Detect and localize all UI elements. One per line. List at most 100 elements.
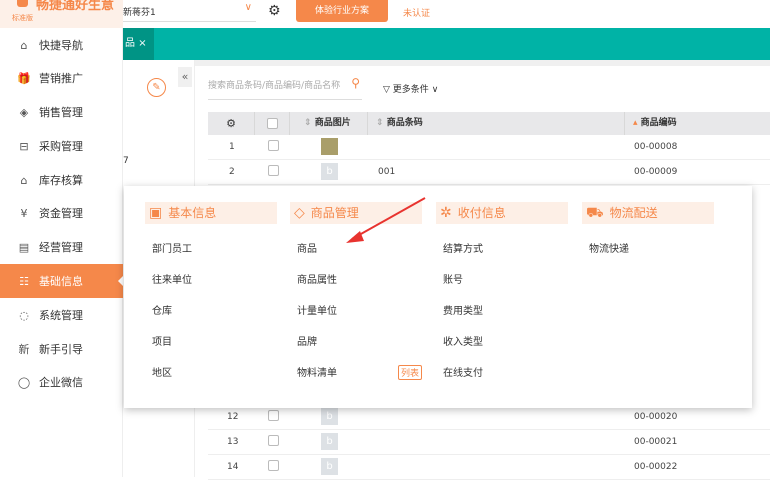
logo[interactable]: 畅捷通好生意 标准版: [0, 0, 123, 28]
placeholder-image-icon: b: [321, 433, 338, 450]
column-header-code[interactable]: ▴ 商品编码: [625, 112, 770, 135]
sidebar-item-label: 基础信息: [39, 275, 83, 288]
row-checkbox[interactable]: [268, 140, 279, 151]
trial-industry-button[interactable]: 体验行业方案: [296, 0, 388, 22]
logo-icon: [17, 0, 28, 7]
edit-icon[interactable]: ✎: [147, 78, 166, 97]
content-top-strip: [195, 60, 770, 66]
sidebar-item-label: 经营管理: [39, 241, 83, 254]
menu-item[interactable]: 账号: [443, 271, 463, 286]
menu-item[interactable]: 往来单位: [152, 271, 192, 286]
menu-item[interactable]: 计量单位: [297, 302, 337, 317]
row-code: 00-00008: [634, 142, 678, 152]
tab-product[interactable]: 品 ×: [123, 28, 154, 60]
product-thumbnail[interactable]: [321, 138, 338, 155]
row-code: 00-00022: [634, 462, 678, 472]
menu-column-title: 物流配送: [609, 206, 658, 220]
menu-column-title: 基本信息: [168, 206, 217, 220]
menu-column-2: ✲ 收付信息 结算方式 账号 费用类型 收入类型 在线支付: [436, 202, 568, 379]
column-settings-icon[interactable]: ⚙: [208, 112, 255, 135]
menu-column-0: ▣ 基本信息部门员工往来单位仓库项目地区: [145, 202, 277, 379]
sidebar-item-10[interactable]: ◯ 企业微信: [0, 365, 123, 399]
more-filters-label: 更多条件: [392, 85, 429, 95]
store-select[interactable]: 新蒋芬1 ∨: [123, 0, 256, 22]
auth-status-link[interactable]: 未认证: [403, 6, 430, 19]
sidebar-item-label: 企业微信: [39, 376, 83, 389]
sidebar-item-0[interactable]: ⌂ 快捷导航: [0, 28, 123, 62]
app-title: 畅捷通好生意: [36, 0, 115, 13]
menu-item[interactable]: 地区: [152, 364, 172, 379]
category-icon: ⛟: [586, 205, 604, 221]
chevron-down-icon: ∨: [431, 85, 439, 95]
close-icon[interactable]: ×: [138, 38, 146, 49]
menu-item[interactable]: 收入类型: [443, 333, 483, 348]
sidebar-item-label: 营销推广: [39, 72, 83, 85]
row-barcode: 001: [378, 167, 396, 177]
table-row[interactable]: 2 b 001 00-00009: [208, 160, 770, 185]
sort-icon: ⇕: [376, 118, 384, 128]
sidebar-item-label: 库存核算: [39, 174, 83, 187]
sidebar-item-7[interactable]: ☷ 基础信息: [0, 264, 123, 298]
sidebar-icon: ◯: [17, 375, 31, 389]
menu-item[interactable]: 品牌: [297, 333, 317, 348]
category-icon: ▣: [149, 205, 163, 221]
sidebar-item-6[interactable]: ▤ 经营管理: [0, 230, 123, 264]
row-checkbox[interactable]: [268, 435, 279, 446]
collapse-panel-button[interactable]: «: [178, 67, 192, 87]
more-filters-button[interactable]: ▽ 更多条件 ∨: [383, 82, 438, 95]
placeholder-image-icon: b: [321, 458, 338, 475]
menu-item[interactable]: 项目: [152, 333, 172, 348]
column-label: 商品编码: [640, 118, 677, 128]
edition-label: 标准版: [12, 14, 33, 22]
menu-item[interactable]: 在线支付: [443, 364, 483, 379]
sidebar-icon: ☷: [19, 274, 29, 288]
search-placeholder: 搜索商品条码/商品编码/商品名称: [208, 81, 341, 91]
search-icon[interactable]: ⚲: [351, 76, 360, 90]
sidebar-item-9[interactable]: 新新手引导: [0, 332, 123, 366]
menu-item[interactable]: 仓库: [152, 302, 172, 317]
sidebar-icon: ⌂: [20, 173, 28, 187]
sidebar-icon: ⌂: [20, 38, 28, 52]
sidebar-item-5[interactable]: ¥ 资金管理: [0, 196, 123, 230]
menu-item[interactable]: 物料清单: [297, 364, 337, 379]
row-index: 2: [229, 167, 235, 177]
column-header-barcode[interactable]: ⇕ 商品条码: [368, 112, 625, 135]
select-all-checkbox[interactable]: [267, 118, 278, 129]
menu-column-title: 收付信息: [457, 206, 506, 220]
sidebar-icon: ⊟: [19, 139, 29, 153]
row-checkbox[interactable]: [268, 460, 279, 471]
sidebar-item-3[interactable]: ⊟ 采购管理: [0, 129, 123, 163]
menu-item[interactable]: 商品属性: [297, 271, 337, 286]
table-row[interactable]: 14 b 00-00022: [208, 455, 770, 480]
tab-bar: [123, 28, 770, 60]
sidebar-item-2[interactable]: ◈ 销售管理: [0, 95, 123, 129]
sidebar-icon: ◈: [19, 105, 29, 119]
settings-gear-icon[interactable]: ⚙: [268, 3, 281, 19]
category-icon: ◇: [294, 205, 305, 221]
row-checkbox[interactable]: [268, 165, 279, 176]
sidebar-item-label: 资金管理: [39, 207, 83, 220]
sidebar-icon: 新: [18, 343, 30, 356]
row-code: 00-00009: [634, 167, 678, 177]
row-checkbox[interactable]: [268, 410, 279, 421]
sidebar-item-1[interactable]: 🎁 营销推广: [0, 61, 123, 95]
sort-icon: ⇕: [304, 118, 312, 128]
column-header-image[interactable]: ⇕ 商品图片: [290, 112, 368, 135]
table-row[interactable]: 13 b 00-00021: [208, 430, 770, 455]
sidebar-item-8[interactable]: ◌ 系统管理: [0, 298, 123, 332]
placeholder-image-icon: b: [321, 408, 338, 425]
table-row[interactable]: 1 00-00008: [208, 135, 770, 160]
sidebar-item-label: 新手引导: [39, 343, 83, 356]
menu-item[interactable]: 部门员工: [152, 240, 192, 255]
menu-item[interactable]: 商品: [297, 240, 317, 255]
list-badge-button[interactable]: 列表: [397, 365, 422, 380]
sidebar-icon: ▤: [18, 240, 30, 254]
sidebar-item-4[interactable]: ⌂ 库存核算: [0, 163, 123, 197]
table-row[interactable]: 12 b 00-00020: [208, 405, 770, 430]
menu-item[interactable]: 物流快递: [589, 240, 629, 255]
menu-item[interactable]: 费用类型: [443, 302, 483, 317]
menu-item[interactable]: 结算方式: [443, 240, 483, 255]
sidebar-item-label: 快捷导航: [39, 39, 83, 52]
search-input[interactable]: 搜索商品条码/商品编码/商品名称 ⚲: [208, 76, 362, 100]
chevron-down-icon: ∨: [244, 2, 252, 13]
